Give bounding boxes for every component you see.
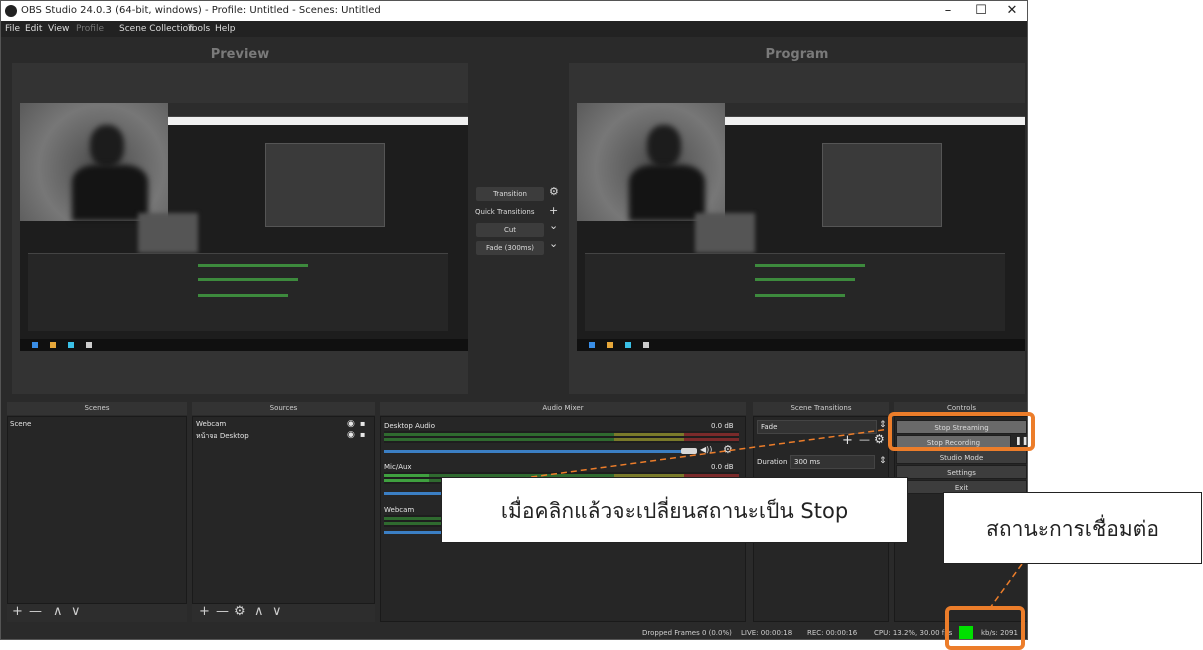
browser-tabs [168,103,468,117]
desktop-audio-meter [384,431,739,443]
nested-webcam [138,213,198,253]
status-bar: Dropped Frames 0 (0.0%) LIVE: 00:00:18 R… [1,625,1027,639]
stop-status-callout: เมื่อคลิกแล้วจะเปลี่ยนสถานะเป็น Stop [441,477,908,543]
move-down-icon[interactable]: ∨ [71,604,81,619]
move-up-icon[interactable]: ∧ [53,604,63,619]
cpu-fps-text: CPU: 13.2%, 30.00 fps [874,629,953,637]
desktop-audio-volume-handle[interactable] [681,448,697,454]
program-capture [577,103,1025,351]
add-source-icon[interactable]: + [199,604,210,619]
duration-label: Duration [757,458,788,466]
transition-select-arrows-icon[interactable]: ⇕ [879,420,887,430]
desktop-audio-label: Desktop Audio [384,422,435,430]
title-bar: OBS Studio 24.0.3 (64-bit, windows) - Pr… [1,1,1027,21]
move-down-icon[interactable]: ∨ [272,604,282,619]
scenes-dock-title: Scenes [7,402,187,415]
mic-aux-db: 0.0 dB [711,463,734,471]
browser-address-bar [725,117,1025,125]
duration-input[interactable]: 300 ms [790,455,875,469]
scenes-footer: + — ∧ ∨ [7,604,187,622]
duration-spin-icon[interactable]: ⇕ [879,456,887,466]
mic-aux-label: Mic/Aux [384,463,412,471]
lock-icon[interactable]: ▪ [360,419,365,428]
fade-button[interactable]: Fade (300ms) [476,241,544,255]
desktop-audio-gear-icon[interactable]: ⚙ [723,443,733,456]
add-transition-icon[interactable]: + [842,433,853,448]
nested-webcam [695,213,755,253]
remove-source-icon[interactable]: — [216,604,229,619]
scene-item[interactable]: Scene [10,420,31,428]
studio-transition-panel: Transition ⚙ Quick Transitions + Cut ⌄ F… [471,63,567,394]
sources-list[interactable]: Webcam หน้าจอ Desktop ◉ ▪ ◉ ▪ [192,416,375,604]
nested-preview [265,143,385,227]
webcam-audio-label: Webcam [384,506,415,514]
source-item-desktop[interactable]: หน้าจอ Desktop [196,431,249,442]
webcam-feed [577,103,725,221]
settings-button[interactable]: Settings [896,465,1027,479]
webcam-feed [20,103,168,221]
remove-scene-icon[interactable]: — [29,604,42,619]
browser-address-bar [168,117,468,125]
windows-taskbar [577,339,1025,351]
status-highlight-frame [945,606,1025,650]
scenes-list[interactable]: Scene [7,416,187,604]
menu-bar: File Edit View Profile Scene Collection … [1,21,1027,37]
scene-transitions-dock-title: Scene Transitions [753,402,889,415]
cut-chevron-down-icon[interactable]: ⌄ [549,219,558,232]
duration-value: 300 ms [794,458,821,466]
audio-mixer-dock-title: Audio Mixer [380,402,746,415]
close-button[interactable]: ✕ [995,2,1027,20]
transition-select-value: Fade [761,423,778,431]
desktop-audio-volume-slider[interactable] [384,450,684,453]
source-properties-gear-icon[interactable]: ⚙ [234,604,246,619]
rec-timer: REC: 00:00:16 [807,629,858,637]
nested-docks [28,253,448,331]
sources-dock-title: Sources [192,402,375,415]
program-display[interactable] [569,63,1025,394]
preview-capture [20,103,468,351]
source-item-webcam[interactable]: Webcam [196,420,226,428]
nested-program [822,143,942,227]
preview-display[interactable] [12,63,468,394]
menu-view[interactable]: View [48,24,69,34]
transition-select[interactable]: Fade [757,420,877,434]
window-title: OBS Studio 24.0.3 (64-bit, windows) - Pr… [21,5,381,16]
move-up-icon[interactable]: ∧ [254,604,264,619]
menu-scene-collection[interactable]: Scene Collection [119,24,194,34]
connection-status-callout: สถานะการเชื่อมต่อ [943,492,1202,564]
transition-gear-icon[interactable]: ⚙ [549,185,559,198]
remove-transition-icon[interactable]: — [859,433,870,446]
minimize-button[interactable]: – [931,2,965,20]
transition-button[interactable]: Transition [476,187,544,201]
add-quick-transition-icon[interactable]: + [549,204,558,217]
program-label: Program [765,47,829,62]
obs-window: OBS Studio 24.0.3 (64-bit, windows) - Pr… [0,0,1028,640]
fade-chevron-down-icon[interactable]: ⌄ [549,237,558,250]
menu-tools[interactable]: Tools [188,24,210,34]
live-timer: LIVE: 00:00:18 [741,629,793,637]
speaker-icon[interactable]: ◀)) [700,445,712,454]
cut-button[interactable]: Cut [476,223,544,237]
desktop-audio-db: 0.0 dB [711,422,734,430]
preview-label: Preview [210,47,270,62]
windows-taskbar [20,339,468,351]
menu-help[interactable]: Help [215,24,236,34]
browser-tabs [725,103,1025,117]
visibility-eye-icon[interactable]: ◉ [347,430,355,440]
menu-edit[interactable]: Edit [25,24,42,34]
studio-mode-button[interactable]: Studio Mode [896,450,1027,464]
controls-highlight-frame [888,412,1035,451]
add-scene-icon[interactable]: + [12,604,23,619]
nested-docks [585,253,1005,331]
sources-footer: + — ⚙ ∧ ∨ [192,604,375,622]
transition-properties-gear-icon[interactable]: ⚙ [874,432,885,446]
obs-logo-icon [5,5,17,17]
menu-profile[interactable]: Profile [76,24,104,34]
dropped-frames-text: Dropped Frames 0 (0.0%) [642,629,732,637]
quick-transitions-label: Quick Transitions [475,208,535,216]
visibility-eye-icon[interactable]: ◉ [347,419,355,429]
lock-icon[interactable]: ▪ [360,430,365,439]
menu-file[interactable]: File [5,24,20,34]
maximize-button[interactable]: ☐ [964,2,998,20]
